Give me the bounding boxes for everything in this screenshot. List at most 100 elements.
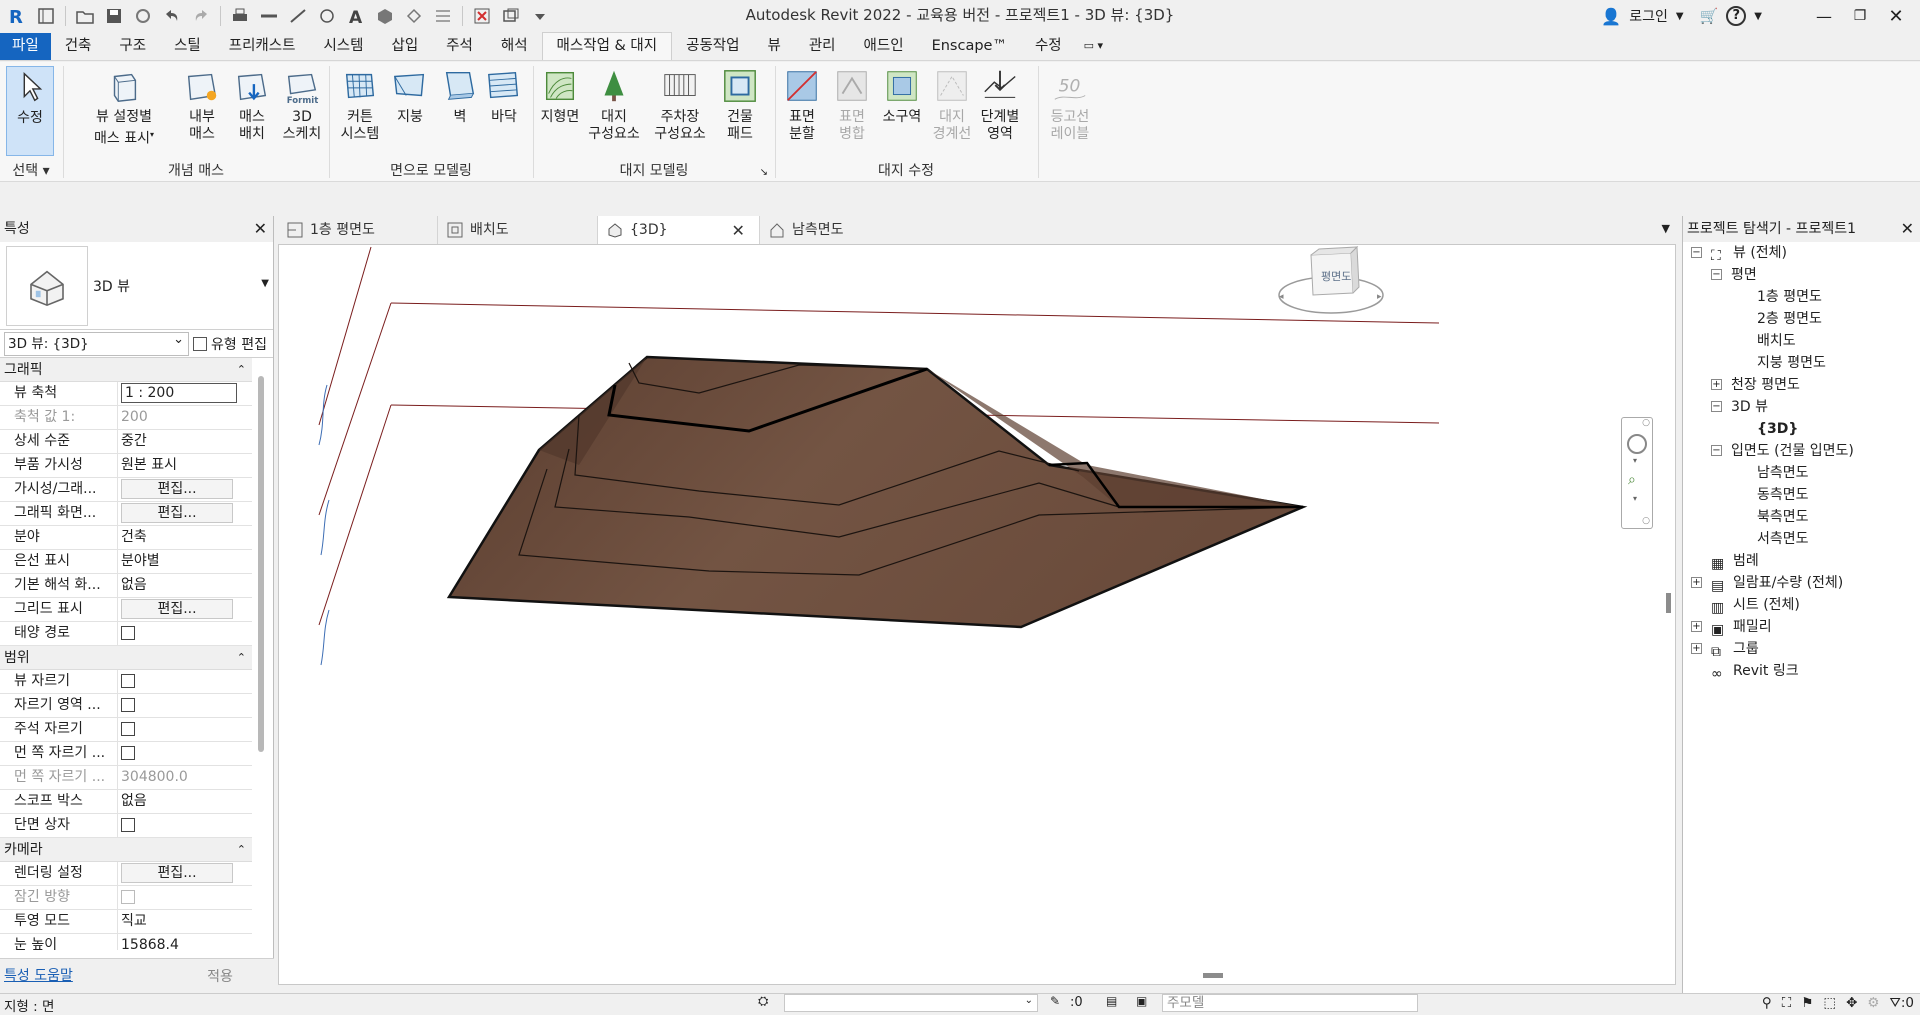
- drag-elements-icon[interactable]: ✥: [1846, 995, 1857, 1011]
- tree-node[interactable]: + ▤ 일람표/수량 (전체): [1683, 572, 1920, 594]
- tab-architecture[interactable]: 건축: [51, 33, 106, 60]
- text-icon[interactable]: A: [343, 4, 369, 28]
- floor-by-face-button[interactable]: 바닥: [478, 66, 530, 126]
- select-links-icon[interactable]: ⚲: [1762, 995, 1772, 1011]
- horizontal-scroll-handle[interactable]: [1203, 973, 1223, 978]
- model-combo[interactable]: 주모델: [1162, 994, 1418, 1012]
- tab-structure[interactable]: 구조: [105, 33, 160, 60]
- switch-windows-icon[interactable]: [498, 4, 524, 28]
- property-value[interactable]: 15868.4: [121, 937, 179, 950]
- customize-icon[interactable]: [527, 4, 553, 28]
- property-edit-button[interactable]: 편집...: [121, 503, 233, 523]
- chevron-down-icon[interactable]: ▼: [261, 278, 269, 289]
- view-tab-elevation[interactable]: 남측면도: [760, 216, 910, 244]
- property-checkbox[interactable]: [121, 626, 135, 640]
- restore-icon[interactable]: ❐: [1846, 8, 1874, 24]
- worksets-icon[interactable]: ⛭: [758, 994, 768, 1009]
- 3d-view-icon[interactable]: [372, 4, 398, 28]
- user-icon[interactable]: 👤: [1601, 7, 1621, 26]
- tab-view[interactable]: 뷰: [754, 33, 795, 60]
- collapse-icon[interactable]: −: [1711, 269, 1722, 280]
- collapse-icon[interactable]: ⌃: [237, 838, 246, 862]
- background-processes-icon[interactable]: ⚙: [1867, 995, 1879, 1011]
- view-tab-3d[interactable]: {3D} ✕: [598, 216, 760, 244]
- tree-node[interactable]: − ⛶ 뷰 (전체): [1683, 242, 1920, 264]
- help-icon[interactable]: ?: [1726, 6, 1747, 26]
- roof-by-face-button[interactable]: 지붕: [384, 66, 436, 126]
- tree-node[interactable]: − 입면도 (건물 입면도): [1683, 440, 1920, 462]
- property-edit-button[interactable]: 편집...: [121, 863, 233, 883]
- view-tab-floor-plan[interactable]: 1층 평면도: [278, 216, 438, 244]
- tab-systems[interactable]: 시스템: [309, 33, 377, 60]
- tree-node[interactable]: 동측면도: [1683, 484, 1920, 506]
- expand-icon[interactable]: +: [1691, 621, 1702, 632]
- tab-steel[interactable]: 스틸: [160, 33, 215, 60]
- site-component-button[interactable]: 대지 구성요소: [586, 66, 642, 143]
- tab-analyze[interactable]: 해석: [487, 33, 542, 60]
- tree-node[interactable]: 배치도: [1683, 330, 1920, 352]
- ribbon-minimize-icon[interactable]: ▭ ▾: [1076, 33, 1111, 60]
- property-line-button[interactable]: 대지 경계선: [926, 66, 978, 143]
- tree-node[interactable]: ∞ Revit 링크: [1683, 660, 1920, 682]
- tab-file[interactable]: 파일: [0, 33, 51, 60]
- type-selector[interactable]: 3D 뷰 ▼: [0, 242, 273, 330]
- close-hidden-icon[interactable]: [469, 4, 495, 28]
- select-by-face-icon[interactable]: ⬚: [1823, 995, 1836, 1011]
- chevron-down-icon[interactable]: ▼: [1662, 222, 1670, 235]
- property-value[interactable]: 없음: [121, 793, 147, 809]
- properties-help-link[interactable]: 특성 도움말: [4, 965, 73, 985]
- tree-node[interactable]: 지붕 평면도: [1683, 352, 1920, 374]
- filter-icon[interactable]: ⛛:0: [1890, 995, 1914, 1011]
- collapse-icon[interactable]: −: [1711, 445, 1722, 456]
- save-icon[interactable]: [101, 4, 127, 28]
- tab-precast[interactable]: 프리캐스트: [215, 33, 310, 60]
- tree-node[interactable]: {3D}: [1683, 418, 1920, 440]
- 3d-sketch-button[interactable]: Formit 3D 스케치: [276, 66, 328, 143]
- dimension-icon[interactable]: [285, 4, 311, 28]
- login-link[interactable]: 로그인: [1629, 6, 1668, 26]
- chevron-down-icon[interactable]: ▼: [1676, 11, 1684, 22]
- tab-annotate[interactable]: 주석: [432, 33, 487, 60]
- collapse-icon[interactable]: −: [1711, 401, 1722, 412]
- vertical-scroll-handle[interactable]: [1666, 593, 1671, 613]
- workset-combo[interactable]: ⌄: [784, 994, 1038, 1012]
- in-place-mass-button[interactable]: 내부 매스: [176, 66, 228, 143]
- tree-node[interactable]: 북측면도: [1683, 506, 1920, 528]
- viewcube[interactable]: 평면도 ◂ ▸: [1278, 245, 1384, 314]
- select-pinned-icon[interactable]: ⚑: [1801, 995, 1813, 1011]
- graded-region-button[interactable]: 단계별 영역: [974, 66, 1026, 143]
- tree-node[interactable]: + 천장 평면도: [1683, 374, 1920, 396]
- close-icon[interactable]: ○: [1642, 516, 1650, 526]
- place-mass-button[interactable]: 매스 배치: [226, 66, 278, 143]
- scrollbar-thumb[interactable]: [258, 376, 264, 752]
- property-value[interactable]: 직교: [121, 913, 147, 929]
- close-icon[interactable]: ✕: [732, 217, 745, 244]
- toposurface[interactable]: [446, 355, 1308, 629]
- property-edit-button[interactable]: 편집...: [121, 599, 233, 619]
- view-tab-site-plan[interactable]: 배치도: [438, 216, 598, 244]
- property-edit-button[interactable]: 편집...: [121, 479, 233, 499]
- show-mass-by-view-settings-button[interactable]: 뷰 설정별 매스 표시▾: [78, 66, 170, 148]
- property-group[interactable]: 그래픽 ⌃: [0, 358, 252, 382]
- thin-lines-icon[interactable]: [430, 4, 456, 28]
- redo-icon[interactable]: [188, 4, 214, 28]
- curtain-system-button[interactable]: 커튼 시스템: [334, 66, 386, 143]
- tab-enscape[interactable]: Enscape™: [918, 33, 1021, 60]
- panel-select-title[interactable]: 선택 ▾: [0, 160, 62, 180]
- cart-icon[interactable]: 🛒: [1700, 7, 1719, 25]
- print-icon[interactable]: [227, 4, 253, 28]
- property-value[interactable]: 200: [121, 409, 148, 425]
- drawing-area-3d[interactable]: 평면도 ◂ ▸ ○ ▾ ⌕ ▾ ○: [278, 244, 1676, 985]
- minimize-icon[interactable]: —: [1810, 7, 1838, 26]
- property-value[interactable]: 304800.0: [121, 769, 188, 785]
- property-value[interactable]: 중간: [121, 433, 147, 449]
- home-icon[interactable]: [33, 4, 59, 28]
- tree-node[interactable]: 남측면도: [1683, 462, 1920, 484]
- property-input[interactable]: 1 : 200: [121, 383, 237, 403]
- property-checkbox[interactable]: [121, 746, 135, 760]
- tree-node[interactable]: ▦ 범례: [1683, 550, 1920, 572]
- label-contours-button[interactable]: 50 등고선 레이블: [1044, 66, 1096, 143]
- revit-logo-icon[interactable]: R: [4, 4, 30, 28]
- apply-button[interactable]: 적용: [172, 967, 268, 989]
- expand-icon[interactable]: +: [1711, 379, 1722, 390]
